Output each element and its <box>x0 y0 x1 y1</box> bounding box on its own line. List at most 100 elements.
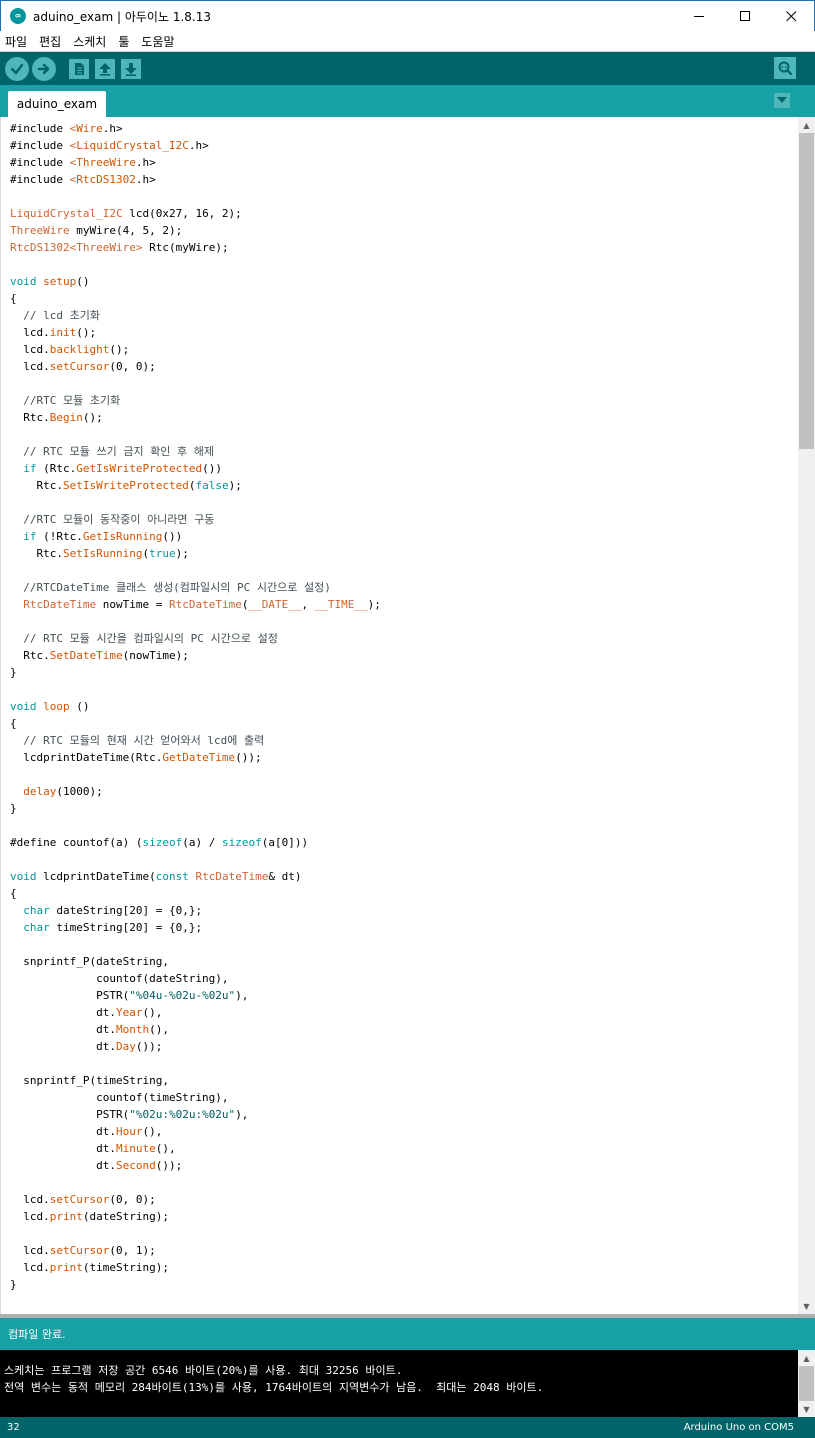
code-line[interactable] <box>10 375 381 392</box>
code-line[interactable]: if (Rtc.GetIsWriteProtected()) <box>10 460 381 477</box>
code-editor[interactable]: #include <Wire.h> #include <LiquidCrystal… <box>0 117 815 1314</box>
code-line[interactable]: { <box>10 715 381 732</box>
code-line[interactable]: #include <LiquidCrystal_I2C.h> <box>10 137 381 154</box>
verify-button[interactable] <box>5 56 29 81</box>
code-line[interactable]: #include <ThreeWire.h> <box>10 154 381 171</box>
code-line[interactable] <box>10 681 381 698</box>
tab-menu-button[interactable] <box>774 93 790 108</box>
code-line[interactable]: PSTR("%04u-%02u-%02u"), <box>10 987 381 1004</box>
code-line[interactable]: } <box>10 664 381 681</box>
new-sketch-button[interactable] <box>69 58 89 79</box>
code-line[interactable]: char dateString[20] = {0,}; <box>10 902 381 919</box>
menu-tools[interactable]: 툴 <box>117 33 130 50</box>
code-line[interactable]: #include <Wire.h> <box>10 120 381 137</box>
code-line[interactable]: #include <RtcDS1302.h> <box>10 171 381 188</box>
code-line[interactable]: { <box>10 290 381 307</box>
menu-file[interactable]: 파일 <box>4 33 28 50</box>
maximize-icon[interactable] <box>722 1 768 31</box>
code-line[interactable]: lcd.setCursor(0, 0); <box>10 358 381 375</box>
code-line[interactable]: //RTC 모듈이 동작중이 아니라면 구동 <box>10 511 381 528</box>
code-line[interactable]: { <box>10 885 381 902</box>
open-sketch-button[interactable] <box>95 58 115 79</box>
upload-button[interactable] <box>32 56 56 81</box>
code-token: lcd. <box>10 1210 50 1223</box>
code-line[interactable] <box>10 562 381 579</box>
code-line[interactable]: lcd.setCursor(0, 0); <box>10 1191 381 1208</box>
code-line[interactable] <box>10 851 381 868</box>
code-line[interactable] <box>10 1225 381 1242</box>
code-line[interactable]: dt.Minute(), <box>10 1140 381 1157</box>
code-line[interactable] <box>10 188 381 205</box>
code-line[interactable]: lcd.setCursor(0, 1); <box>10 1242 381 1259</box>
code-line[interactable] <box>10 817 381 834</box>
code-line[interactable]: // RTC 모듈의 현재 시간 얻어와서 lcd에 출력 <box>10 732 381 749</box>
code-line[interactable]: } <box>10 1276 381 1293</box>
code-token: if <box>23 462 37 475</box>
code-text[interactable]: #include <Wire.h> #include <LiquidCrystal… <box>10 120 381 1293</box>
code-line[interactable]: snprintf_P(timeString, <box>10 1072 381 1089</box>
code-line[interactable]: lcdprintDateTime(Rtc.GetDateTime()); <box>10 749 381 766</box>
code-line[interactable]: void setup() <box>10 273 381 290</box>
code-line[interactable] <box>10 613 381 630</box>
save-sketch-button[interactable] <box>121 58 141 79</box>
code-line[interactable]: // RTC 모듈 시간을 컴파일시의 PC 시간으로 설정 <box>10 630 381 647</box>
code-line[interactable]: // lcd 초기화 <box>10 307 381 324</box>
menu-sketch[interactable]: 스케치 <box>72 33 107 50</box>
code-token: loop <box>43 700 70 713</box>
code-line[interactable]: snprintf_P(dateString, <box>10 953 381 970</box>
code-line[interactable]: countof(timeString), <box>10 1089 381 1106</box>
code-line[interactable]: //RTCDateTime 클래스 생성(컴파일시의 PC 시간으로 설정) <box>10 579 381 596</box>
code-line[interactable] <box>10 766 381 783</box>
close-icon[interactable] <box>768 1 814 31</box>
tab-aduino-exam[interactable]: aduino_exam <box>8 91 106 117</box>
code-token: (); <box>82 411 103 424</box>
menu-help[interactable]: 도움말 <box>140 33 175 50</box>
code-line[interactable]: void loop () <box>10 698 381 715</box>
scroll-up-icon[interactable]: ▲ <box>798 117 815 133</box>
code-line[interactable]: char timeString[20] = {0,}; <box>10 919 381 936</box>
editor-scroll-thumb[interactable] <box>799 133 814 449</box>
code-line[interactable]: dt.Day()); <box>10 1038 381 1055</box>
code-line[interactable]: Rtc.SetDateTime(nowTime); <box>10 647 381 664</box>
console-output[interactable]: 스케치는 프로그램 저장 공간 6546 바이트(20%)를 사용. 최대 32… <box>0 1350 815 1417</box>
code-line[interactable]: RtcDS1302<ThreeWire> Rtc(myWire); <box>10 239 381 256</box>
code-line[interactable] <box>10 1055 381 1072</box>
code-line[interactable]: Rtc.Begin(); <box>10 409 381 426</box>
code-line[interactable]: if (!Rtc.GetIsRunning()) <box>10 528 381 545</box>
code-line[interactable]: lcd.print(dateString); <box>10 1208 381 1225</box>
editor-scrollbar[interactable]: ▲ ▼ <box>798 117 815 1314</box>
code-line[interactable]: lcd.init(); <box>10 324 381 341</box>
code-line[interactable] <box>10 1174 381 1191</box>
code-line[interactable]: lcd.backlight(); <box>10 341 381 358</box>
code-line[interactable]: delay(1000); <box>10 783 381 800</box>
code-line[interactable] <box>10 426 381 443</box>
minimize-icon[interactable] <box>676 1 722 31</box>
code-line[interactable] <box>10 256 381 273</box>
code-line[interactable] <box>10 494 381 511</box>
code-line[interactable]: RtcDateTime nowTime = RtcDateTime(__DATE… <box>10 596 381 613</box>
code-line[interactable]: } <box>10 800 381 817</box>
code-line[interactable]: dt.Month(), <box>10 1021 381 1038</box>
code-line[interactable]: dt.Second()); <box>10 1157 381 1174</box>
serial-monitor-button[interactable] <box>774 57 796 79</box>
code-line[interactable]: lcd.print(timeString); <box>10 1259 381 1276</box>
code-line[interactable]: #define countof(a) (sizeof(a) / sizeof(a… <box>10 834 381 851</box>
scroll-down-icon[interactable]: ▼ <box>798 1298 815 1314</box>
code-line[interactable]: void lcdprintDateTime(const RtcDateTime&… <box>10 868 381 885</box>
code-line[interactable]: LiquidCrystal_I2C lcd(0x27, 16, 2); <box>10 205 381 222</box>
console-scroll-thumb[interactable] <box>799 1366 814 1401</box>
code-line[interactable]: countof(dateString), <box>10 970 381 987</box>
code-line[interactable]: ThreeWire myWire(4, 5, 2); <box>10 222 381 239</box>
code-line[interactable]: PSTR("%02u:%02u:%02u"), <box>10 1106 381 1123</box>
code-line[interactable]: dt.Hour(), <box>10 1123 381 1140</box>
code-line[interactable]: // RTC 모듈 쓰기 금지 확인 후 해제 <box>10 443 381 460</box>
code-line[interactable]: Rtc.SetIsWriteProtected(false); <box>10 477 381 494</box>
code-line[interactable]: dt.Year(), <box>10 1004 381 1021</box>
console-scrollbar[interactable]: ▲ ▼ <box>798 1350 815 1417</box>
console-scroll-down-icon[interactable]: ▼ <box>798 1401 815 1417</box>
code-line[interactable]: Rtc.SetIsRunning(true); <box>10 545 381 562</box>
code-line[interactable] <box>10 936 381 953</box>
code-line[interactable]: //RTC 모듈 초기화 <box>10 392 381 409</box>
menu-edit[interactable]: 편집 <box>38 33 62 50</box>
console-scroll-up-icon[interactable]: ▲ <box>798 1350 815 1366</box>
